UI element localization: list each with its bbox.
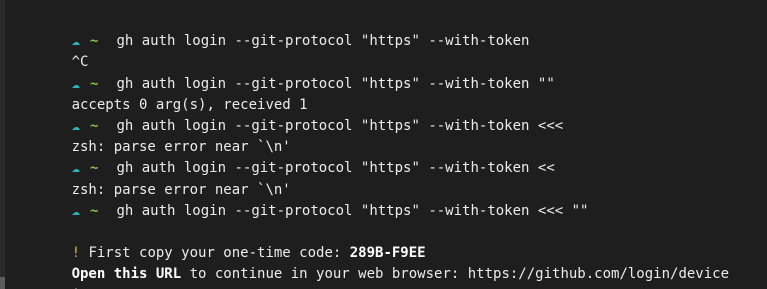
command-text: gh auth login --git-protocol "https" --w… [116,160,555,177]
prompt-directory: ~ [90,202,99,219]
open-url-text[interactable]: to continue in your web browser: https:/… [181,266,729,282]
cloud-icon: ☁ [71,117,81,134]
output-text: accepts 0 arg(s), received 1 [71,96,308,113]
scrollbar[interactable] [0,0,5,289]
prompt-directory: ~ [90,33,99,50]
command-text: gh auth login --git-protocol "https" --w… [116,33,530,50]
output-text: zsh: parse error near `\n' [71,139,291,156]
cloud-icon: ☁ [71,160,81,177]
auth-code-line: ! First copy your one-time code: 289B-F9… [21,222,763,261]
command-text: gh auth login --git-protocol "https" --w… [116,202,589,219]
scrollbar-thumb[interactable] [0,277,5,289]
output-text: ^C [71,54,89,71]
output-text: zsh: parse error near `\n' [71,181,291,198]
prompt-directory: ~ [90,160,99,177]
notice-bang: ! [71,245,81,262]
open-url-label: Open this URL [71,266,182,283]
cloud-icon: ☁ [71,75,81,92]
terminal-line-prompt: ☁ ~ gh auth login --git-protocol "https" -… [21,10,763,49]
prompt-directory: ~ [90,117,99,134]
prompt-directory: ~ [90,75,99,92]
one-time-code[interactable]: 289B-F9EE [350,245,426,261]
terminal-output: ☁ ~ gh auth login --git-protocol "https" -… [21,10,763,289]
command-text: gh auth login --git-protocol "https" --w… [116,75,555,92]
command-text: gh auth login --git-protocol "https" --w… [116,117,564,134]
terminal-line-prompt: ☁ ~ gh auth login --git-protocol "https" -… [21,52,763,92]
cloud-icon: ☁ [71,33,81,50]
copy-code-text: First copy your one-time code: [80,245,350,262]
terminal-window[interactable]: ☁ ~ gh auth login --git-protocol "https" -… [0,0,767,289]
cloud-icon: ☁ [71,202,81,219]
